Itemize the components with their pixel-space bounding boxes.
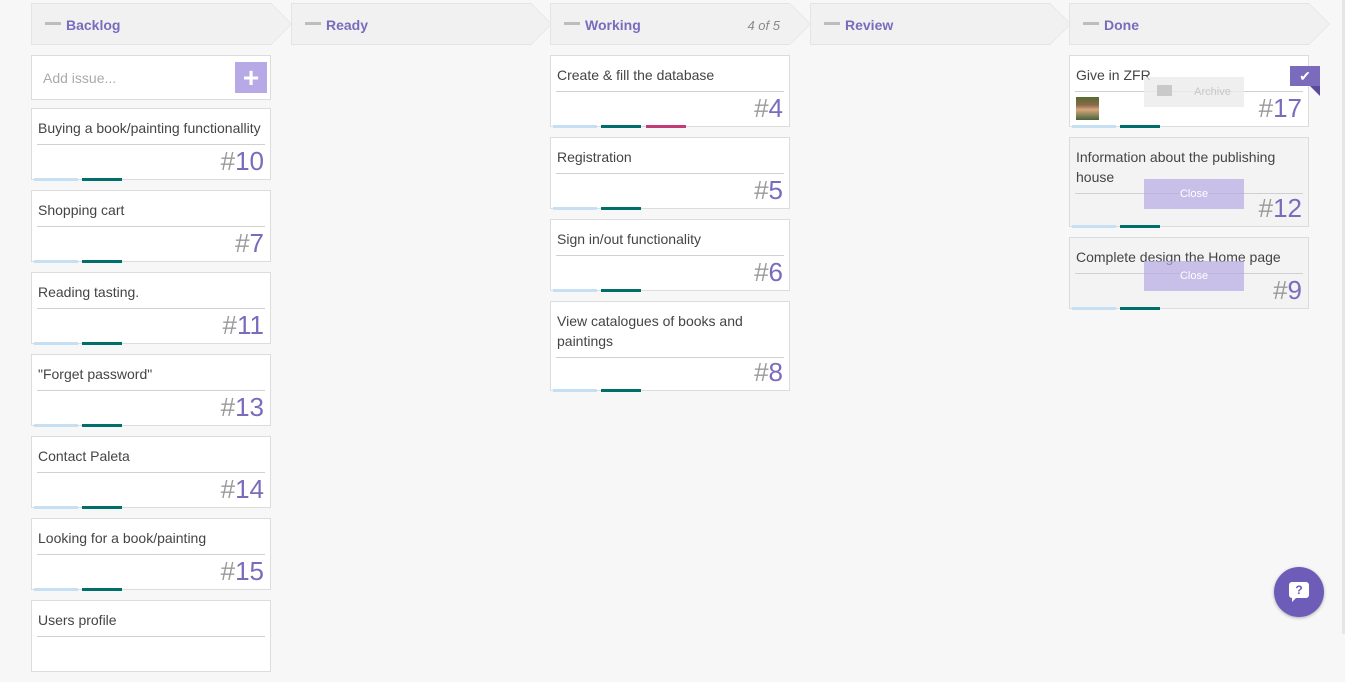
issue-card-14[interactable]: Contact Paleta #14 [31, 436, 271, 509]
issue-number: #11 [222, 310, 264, 340]
issue-card-9[interactable]: Complete design the Home page Close #9 [1069, 237, 1309, 310]
column-header-review[interactable]: Review [810, 3, 1071, 45]
issue-title: Create & fill the database [557, 67, 715, 83]
issue-number: #5 [754, 175, 783, 205]
column-title: Review [845, 17, 894, 33]
issue-title: Reading tasting. [38, 284, 140, 300]
issue-card-7[interactable]: Shopping cart #7 [31, 190, 271, 263]
column-review: Review [810, 3, 1071, 45]
collapse-icon[interactable] [45, 22, 61, 25]
archive-button[interactable]: Archive [1144, 77, 1244, 107]
column-done: Done Give in ZFR Archive #17 ✔ Informati… [1069, 3, 1330, 319]
issue-card-11[interactable]: Reading tasting. #11 [31, 272, 271, 345]
issue-card-10[interactable]: Buying a book/painting functionallity #1… [31, 108, 271, 181]
column-title: Backlog [66, 17, 121, 33]
add-issue-input[interactable] [32, 56, 230, 99]
issue-number: #12 [1258, 193, 1302, 223]
issue-card-4[interactable]: Create & fill the database #4 [550, 55, 790, 128]
issue-number: #17 [1258, 93, 1302, 123]
issue-title: View catalogues of books and paintings [557, 313, 743, 349]
issue-title: Sign in/out functionality [557, 231, 701, 247]
issue-card-12[interactable]: Information about the publishing house C… [1069, 137, 1309, 228]
column-title: Ready [326, 17, 369, 33]
issue-title: Users profile [38, 612, 117, 628]
issue-title: Contact Paleta [38, 448, 130, 464]
issue-title: Buying a book/painting functionallity [38, 120, 261, 136]
issue-card-17[interactable]: Give in ZFR Archive #17 ✔ [1069, 55, 1320, 128]
issue-number: #13 [220, 392, 264, 422]
issue-card-users-profile[interactable]: Users profile [31, 600, 271, 672]
column-header-working[interactable]: Working 4 of 5 [550, 3, 811, 45]
collapse-icon[interactable] [824, 22, 840, 25]
column-ready: Ready [291, 3, 552, 45]
column-title: Done [1104, 17, 1139, 33]
issue-number: #6 [754, 257, 783, 287]
issue-card-13[interactable]: "Forget password" #13 [31, 354, 271, 427]
column-header-ready[interactable]: Ready [291, 3, 552, 45]
column-backlog: Backlog + Buying a book/painting functio… [31, 3, 292, 682]
add-issue-button[interactable]: + [235, 62, 267, 93]
archive-icon [1157, 85, 1173, 97]
issue-title: Looking for a book/painting [38, 530, 207, 546]
issue-number: #15 [220, 556, 264, 586]
issue-card-6[interactable]: Sign in/out functionality #6 [550, 219, 790, 292]
column-header-done[interactable]: Done [1069, 3, 1330, 45]
issue-number: #7 [235, 228, 264, 258]
wip-limit: 4 of 5 [747, 18, 780, 33]
issue-card-8[interactable]: View catalogues of books and paintings #… [550, 301, 790, 392]
column-working: Working 4 of 5 Create & fill the databas… [550, 3, 811, 401]
issue-card-5[interactable]: Registration #5 [550, 137, 790, 210]
issue-title: Shopping cart [38, 202, 125, 218]
checkmark-icon[interactable]: ✔ [1290, 66, 1320, 86]
issue-number: #14 [220, 474, 264, 504]
help-chat-button[interactable]: ? [1274, 567, 1324, 617]
add-issue-box: + [31, 55, 271, 100]
help-chat-icon: ? [1289, 582, 1309, 598]
issue-number: #8 [754, 357, 783, 387]
column-header-backlog[interactable]: Backlog [31, 3, 292, 45]
collapse-icon[interactable] [564, 22, 580, 25]
issue-card-15[interactable]: Looking for a book/painting #15 [31, 518, 271, 591]
issue-title: "Forget password" [38, 366, 153, 382]
close-button[interactable]: Close [1144, 261, 1244, 291]
collapse-icon[interactable] [1083, 22, 1099, 25]
column-title: Working [585, 17, 641, 33]
issue-number: #10 [220, 146, 264, 176]
issue-number: #9 [1273, 275, 1302, 305]
close-button[interactable]: Close [1144, 179, 1244, 209]
issue-title: Registration [557, 149, 632, 165]
collapse-icon[interactable] [305, 22, 321, 25]
issue-number: #4 [754, 93, 783, 123]
avatar[interactable] [1076, 97, 1099, 120]
